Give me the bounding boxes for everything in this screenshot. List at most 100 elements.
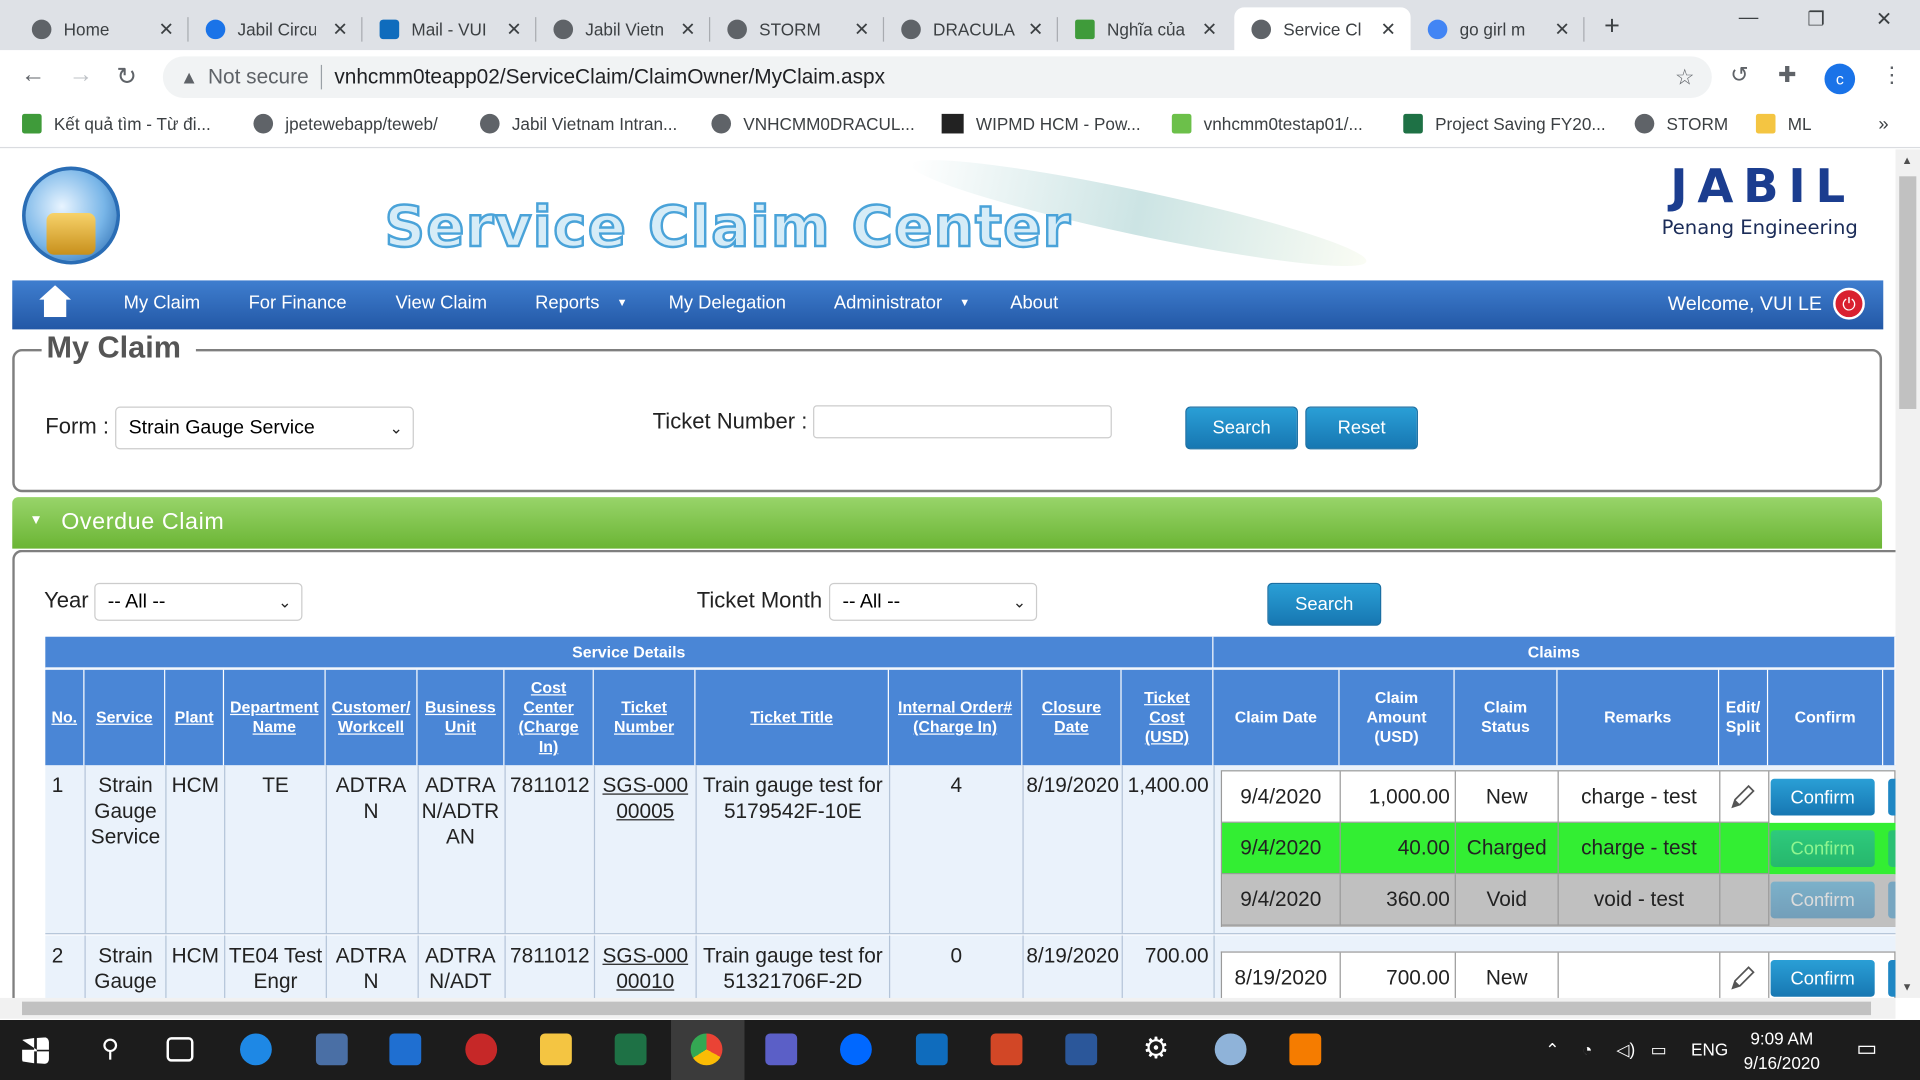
paint-icon[interactable] <box>1214 1033 1247 1066</box>
close-tab-icon[interactable]: ✕ <box>1202 18 1217 41</box>
tab-google[interactable]: go girl m ✕ <box>1411 7 1585 50</box>
address-bar[interactable]: ▲ Not secure vnhcmm0teapp02/ServiceClaim… <box>162 56 1712 98</box>
col-no[interactable]: No. <box>45 669 85 766</box>
col-customer[interactable]: Customer/ Workcell <box>325 669 418 766</box>
snipping-tool-icon[interactable] <box>465 1033 498 1066</box>
chrome-icon[interactable] <box>690 1033 723 1066</box>
tab-home[interactable]: Home ✕ <box>15 7 189 50</box>
zalo-icon[interactable] <box>840 1033 872 1066</box>
tab-nghia[interactable]: Nghĩa của ✕ <box>1058 7 1232 50</box>
bookmark-item[interactable]: VNHCMM0DRACUL... <box>711 113 915 134</box>
scroll-thumb[interactable] <box>22 1001 1872 1016</box>
clock[interactable]: 9:09 AM 9/16/2020 <box>1744 1026 1820 1075</box>
internet-explorer-icon[interactable] <box>240 1033 272 1066</box>
menu-view-claim[interactable]: View Claim <box>396 293 488 314</box>
bookmark-item[interactable]: vnhcmm0testap01/... <box>1171 113 1363 134</box>
bookmark-item[interactable]: Kết quả tìm - Từ đi... <box>22 113 211 134</box>
horizontal-scrollbar[interactable] <box>0 997 1896 1019</box>
ticket-number-input[interactable] <box>813 405 1112 439</box>
close-tab-icon[interactable]: ✕ <box>1028 18 1043 41</box>
media-player-icon[interactable] <box>1289 1033 1322 1066</box>
ticket-link[interactable]: SGS-00000005 <box>600 773 691 824</box>
bookmark-star-icon[interactable]: ☆ <box>1675 64 1695 90</box>
close-window-icon[interactable]: ✕ <box>1876 7 1892 31</box>
close-tab-icon[interactable]: ✕ <box>680 18 695 41</box>
bookmark-item[interactable]: WIPMD HCM - Pow... <box>941 113 1141 134</box>
tab-mail[interactable]: Mail - VUI ✕ <box>362 7 537 50</box>
language-indicator[interactable]: ENG <box>1691 1040 1728 1060</box>
col-service[interactable]: Service <box>84 669 166 766</box>
col-ticket-cost[interactable]: Ticket Cost (USD) <box>1121 669 1214 766</box>
url-text[interactable]: vnhcmm0teapp02/ServiceClaim/ClaimOwner/M… <box>334 65 885 89</box>
volume-icon[interactable]: ◁) <box>1616 1040 1635 1061</box>
bookmark-item[interactable]: Project Saving FY20... <box>1403 113 1606 134</box>
close-tab-icon[interactable]: ✕ <box>1554 18 1569 41</box>
show-hidden-icons-icon[interactable]: ⌃ <box>1545 1040 1559 1061</box>
bookmark-item[interactable]: jpetewebapp/teweb/ <box>253 113 438 134</box>
scroll-up-icon[interactable]: ▲ <box>1902 154 1913 166</box>
menu-reports[interactable]: Reports ▼ <box>535 293 627 314</box>
bookmark-folder[interactable]: ML <box>1755 113 1812 134</box>
vc-app-icon[interactable] <box>389 1033 422 1066</box>
start-windows-icon[interactable] <box>22 1037 49 1065</box>
bookmark-item[interactable]: STORM <box>1634 113 1728 134</box>
teams-icon[interactable] <box>765 1033 798 1066</box>
back-icon[interactable]: ← <box>21 61 45 89</box>
confirm-button[interactable]: Confirm <box>1770 960 1875 997</box>
search-button[interactable]: Search <box>1185 406 1298 450</box>
menu-administrator[interactable]: Administrator ▼ <box>834 293 970 314</box>
bookmark-item[interactable]: Jabil Vietnam Intran... <box>480 113 677 134</box>
computer-icon[interactable] <box>315 1033 348 1066</box>
minimize-icon[interactable]: — <box>1739 7 1759 29</box>
menu-my-claim[interactable]: My Claim <box>124 293 201 314</box>
forward-icon[interactable]: → <box>69 61 93 89</box>
col-department[interactable]: Department Name <box>224 669 326 766</box>
home-icon[interactable] <box>39 285 72 318</box>
ticket-month-select[interactable]: -- All -- ⌄ <box>828 582 1038 621</box>
powerpoint-icon[interactable] <box>990 1033 1023 1066</box>
file-explorer-icon[interactable] <box>540 1033 572 1066</box>
col-business-unit[interactable]: Business Unit <box>417 669 505 766</box>
excel-icon[interactable] <box>614 1033 647 1066</box>
form-select[interactable]: Strain Gauge Service ⌄ <box>115 406 414 450</box>
vertical-scrollbar[interactable]: ▲ ▼ <box>1895 149 1920 998</box>
history-icon[interactable]: ↺ <box>1730 62 1748 88</box>
ticket-link[interactable]: SGS-00000010 <box>600 943 691 994</box>
close-tab-icon[interactable]: ✕ <box>158 18 173 41</box>
overdue-search-button[interactable]: Search <box>1267 582 1382 626</box>
tab-service-claim[interactable]: Service Cl ✕ <box>1234 7 1411 51</box>
menu-kebab-icon[interactable]: ⋮ <box>1881 62 1903 88</box>
col-plant[interactable]: Plant <box>165 669 225 766</box>
col-closure-date[interactable]: Closure Date <box>1022 669 1122 766</box>
profile-avatar[interactable]: c <box>1824 63 1856 95</box>
notifications-icon[interactable]: ▭ <box>1856 1036 1877 1062</box>
reload-icon[interactable]: ↻ <box>116 61 137 92</box>
col-internal-order[interactable]: Internal Order# (Charge In) <box>888 669 1023 766</box>
col-cost-center[interactable]: Cost Center (Charge In) <box>504 669 594 766</box>
tab-storm[interactable]: STORM ✕ <box>710 7 885 50</box>
close-tab-icon[interactable]: ✕ <box>506 18 521 41</box>
outlook-icon[interactable] <box>915 1033 948 1066</box>
col-ticket-title[interactable]: Ticket Title <box>695 669 889 766</box>
extensions-icon[interactable]: ✚ <box>1778 62 1796 88</box>
close-tab-icon[interactable]: ✕ <box>854 18 869 41</box>
pencil-edit-icon[interactable] <box>1729 965 1756 992</box>
menu-my-delegation[interactable]: My Delegation <box>669 293 786 314</box>
year-select[interactable]: -- All -- ⌄ <box>94 582 303 621</box>
pencil-edit-icon[interactable] <box>1729 784 1756 811</box>
word-icon[interactable] <box>1065 1033 1098 1066</box>
close-tab-icon[interactable]: ✕ <box>1381 18 1396 41</box>
battery-icon[interactable]: ▭ <box>1651 1040 1667 1061</box>
confirm-button[interactable]: Confirm <box>1770 778 1875 816</box>
new-tab-icon[interactable]: + <box>1604 10 1620 42</box>
scroll-down-icon[interactable]: ▼ <box>1902 981 1913 993</box>
overdue-claim-header[interactable]: ▼ Overdue Claim <box>12 497 1883 549</box>
menu-for-finance[interactable]: For Finance <box>249 293 347 314</box>
col-ticket-number[interactable]: Ticket Number <box>593 669 696 766</box>
tab-jabil-vietnam[interactable]: Jabil Vietn ✕ <box>536 7 711 50</box>
scroll-thumb[interactable] <box>1899 176 1917 409</box>
restore-icon[interactable]: ❐ <box>1807 7 1825 31</box>
close-tab-icon[interactable]: ✕ <box>332 18 347 41</box>
tab-jabil-circuit[interactable]: Jabil Circu ✕ <box>189 7 363 50</box>
logout-power-icon[interactable]: ⏻ <box>1833 287 1865 320</box>
